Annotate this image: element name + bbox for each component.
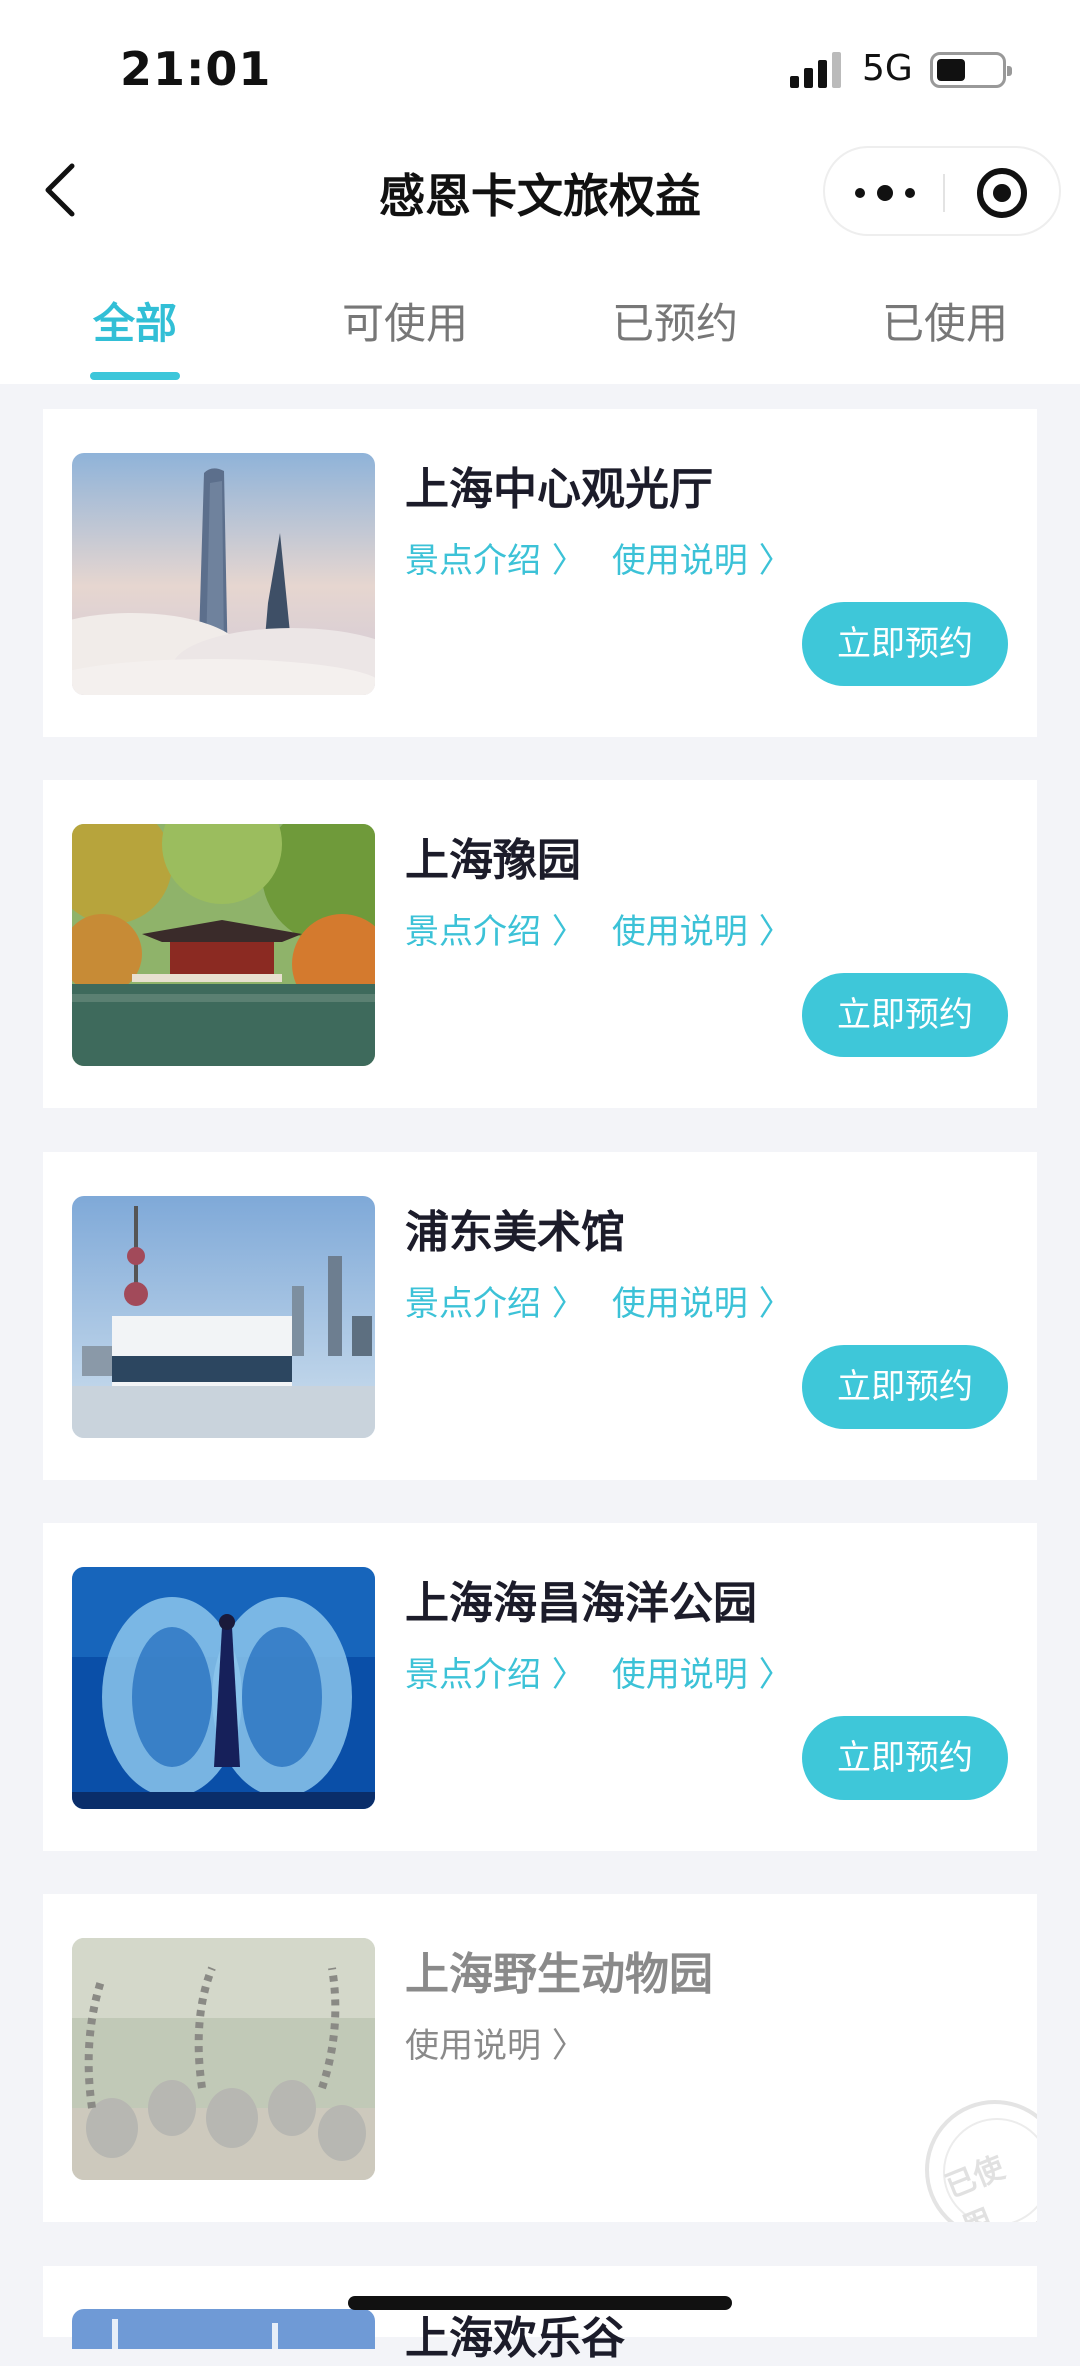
beluga-aquarium-photo bbox=[72, 1567, 375, 1809]
header: 21:01 5G 感恩卡文旅权益 全部 可使用 已预约 已使用 bbox=[0, 0, 1080, 384]
attraction-name: 上海海昌海洋公园 bbox=[405, 1578, 757, 1629]
tab-all[interactable]: 全部 bbox=[0, 290, 270, 351]
intro-link[interactable]: 景点介绍 〉 bbox=[405, 541, 586, 581]
skyscraper-in-clouds-photo bbox=[72, 453, 375, 695]
close-target-icon[interactable] bbox=[977, 168, 1027, 218]
benefit-card-used: 上海野生动物园 使用说明 〉 已使用 bbox=[43, 1894, 1037, 2222]
intro-link[interactable]: 景点介绍 〉 bbox=[405, 1655, 586, 1695]
more-icon[interactable] bbox=[855, 178, 925, 208]
capsule-divider bbox=[943, 174, 945, 212]
attraction-name: 上海豫园 bbox=[405, 835, 581, 886]
tab-reserved[interactable]: 已预约 bbox=[540, 290, 810, 351]
garden-pavilion-photo bbox=[72, 824, 375, 1066]
attraction-name: 上海欢乐谷 bbox=[405, 2313, 625, 2364]
reserve-button[interactable]: 立即预约 bbox=[802, 1345, 1008, 1429]
usage-link[interactable]: 使用说明 〉 bbox=[612, 912, 793, 952]
reserve-button[interactable]: 立即预约 bbox=[802, 973, 1008, 1057]
benefit-card: 上海中心观光厅 景点介绍 〉使用说明 〉 立即预约 bbox=[43, 409, 1037, 737]
intro-link[interactable]: 景点介绍 〉 bbox=[405, 912, 586, 952]
tab-used[interactable]: 已使用 bbox=[810, 290, 1080, 351]
lemurs-photo bbox=[72, 1938, 375, 2180]
benefit-card: 上海海昌海洋公园 景点介绍 〉使用说明 〉 立即预约 bbox=[43, 1523, 1037, 1851]
tab-available[interactable]: 可使用 bbox=[270, 290, 540, 351]
attraction-name: 上海野生动物园 bbox=[405, 1949, 713, 2000]
reserve-button[interactable]: 立即预约 bbox=[802, 602, 1008, 686]
tab-indicator bbox=[90, 372, 180, 380]
usage-link[interactable]: 使用说明 〉 bbox=[612, 541, 793, 581]
usage-link[interactable]: 使用说明 〉 bbox=[612, 1284, 793, 1324]
intro-link[interactable]: 景点介绍 〉 bbox=[405, 1284, 586, 1324]
signal-icon bbox=[790, 52, 846, 88]
museum-skyline-photo bbox=[72, 1196, 375, 1438]
benefit-card: 上海豫园 景点介绍 〉使用说明 〉 立即预约 bbox=[43, 780, 1037, 1108]
attraction-name: 上海中心观光厅 bbox=[405, 464, 713, 515]
home-indicator bbox=[348, 2296, 732, 2310]
battery-icon bbox=[930, 52, 1012, 88]
mini-program-capsule bbox=[823, 146, 1061, 236]
amusement-park-photo bbox=[72, 2309, 375, 2349]
usage-link[interactable]: 使用说明 〉 bbox=[405, 2026, 586, 2066]
attraction-name: 浦东美术馆 bbox=[405, 1207, 625, 1258]
used-stamp: 已使用 bbox=[903, 2086, 1037, 2222]
status-time: 21:01 bbox=[120, 42, 272, 96]
network-type: 5G bbox=[862, 48, 913, 89]
reserve-button[interactable]: 立即预约 bbox=[802, 1716, 1008, 1800]
usage-link[interactable]: 使用说明 〉 bbox=[612, 1655, 793, 1695]
benefit-card: 浦东美术馆 景点介绍 〉使用说明 〉 立即预约 bbox=[43, 1152, 1037, 1480]
